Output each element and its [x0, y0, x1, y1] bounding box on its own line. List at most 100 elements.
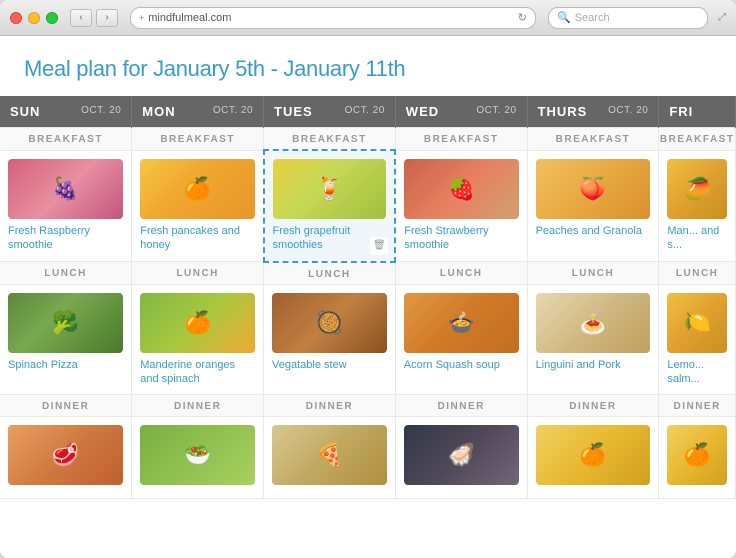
section-label-breakfast-col3: BREAKFAST: [395, 128, 527, 151]
meal-row-lunch: 🥦 Spinach Pizza 🍊 Manderine oranges and spi…: [0, 284, 736, 395]
meal-cell-lunch-0[interactable]: 🥦 Spinach Pizza: [0, 284, 132, 395]
meal-image-lunch-4: 🍝: [536, 293, 651, 353]
meal-cell-dinner-1[interactable]: 🥗: [132, 417, 264, 499]
meal-cell-lunch-4[interactable]: 🍝 Linguini and Pork: [527, 284, 659, 395]
meal-cell-breakfast-2[interactable]: 🍹 Fresh grapefruit smoothies🗑: [264, 150, 396, 262]
meal-cell-breakfast-0[interactable]: 🍇 Fresh Raspberry smoothie: [0, 150, 132, 262]
food-icon: 🍹: [273, 159, 387, 219]
food-icon: 🥩: [8, 425, 123, 485]
food-icon: 🥦: [8, 293, 123, 353]
meal-name-lunch-5: Lemo... salm...: [667, 358, 727, 387]
meal-name-lunch-2: Vegatable stew: [272, 358, 387, 372]
section-header-breakfast: BREAKFASTBREAKFASTBREAKFASTBREAKFASTBREA…: [0, 128, 736, 151]
meal-image-breakfast-5: 🥭: [667, 159, 727, 219]
day-header-row: SUN OCT. 20 MON OCT. 20 TUES OCT. 20 W: [0, 96, 736, 128]
food-icon: 🥗: [140, 425, 255, 485]
meal-image-dinner-0: 🥩: [8, 425, 123, 485]
meal-name-breakfast-0: Fresh Raspberry smoothie: [8, 224, 123, 253]
meal-cell-breakfast-5[interactable]: 🥭Man... and s...: [659, 150, 736, 262]
expand-button[interactable]: ⤢: [718, 12, 726, 23]
meal-row-dinner: 🥩 🥗 🍕 🦪 🍊 🍊: [0, 417, 736, 499]
day-header-tues: TUES OCT. 20: [264, 96, 396, 128]
meal-cell-dinner-4[interactable]: 🍊: [527, 417, 659, 499]
food-icon: 🦪: [404, 425, 519, 485]
meal-image-dinner-1: 🥗: [140, 425, 255, 485]
meal-image-breakfast-2: 🍹: [273, 159, 387, 219]
food-icon: 🍑: [536, 159, 651, 219]
search-icon: 🔍: [557, 11, 571, 24]
food-icon: 🍊: [140, 293, 255, 353]
section-label-lunch-col4: LUNCH: [527, 262, 659, 285]
meal-image-breakfast-3: 🍓: [404, 159, 518, 219]
reload-button[interactable]: ↻: [518, 11, 527, 24]
meal-name-breakfast-1: Fresh pancakes and honey: [140, 224, 254, 253]
meal-name-lunch-0: Spinach Pizza: [8, 358, 123, 372]
search-placeholder: Search: [575, 12, 610, 24]
meal-cell-dinner-2[interactable]: 🍕: [264, 417, 396, 499]
meal-name-breakfast-4: Peaches and Granola: [536, 224, 651, 238]
meal-cell-lunch-1[interactable]: 🍊 Manderine oranges and spinach: [132, 284, 264, 395]
meal-image-dinner-5: 🍊: [667, 425, 727, 485]
food-icon: 🍊: [140, 159, 254, 219]
nav-buttons: ‹ ›: [70, 9, 118, 27]
traffic-lights: [10, 12, 58, 24]
day-header-thurs: THURS OCT. 20: [527, 96, 659, 128]
meal-cell-breakfast-4[interactable]: 🍑 Peaches and Granola: [527, 150, 659, 262]
url-bar[interactable]: + mindfulmeal.com ↻: [130, 7, 536, 29]
meal-cell-dinner-3[interactable]: 🦪: [395, 417, 527, 499]
day-header-sun: SUN OCT. 20: [0, 96, 132, 128]
section-label-dinner-col5: DINNER: [659, 395, 736, 417]
meal-image-lunch-3: 🍲: [404, 293, 519, 353]
page-title: Meal plan for January 5th - January 11th: [24, 56, 712, 82]
day-header-wed: WED OCT. 20: [395, 96, 527, 128]
browser-window: ‹ › + mindfulmeal.com ↻ 🔍 Search ⤢ Meal …: [0, 0, 736, 558]
food-icon: 🍊: [536, 425, 651, 485]
meal-name-lunch-1: Manderine oranges and spinach: [140, 358, 255, 387]
forward-button[interactable]: ›: [96, 9, 118, 27]
section-label-lunch-col3: LUNCH: [395, 262, 527, 285]
meal-cell-breakfast-3[interactable]: 🍓 Fresh Strawberry smoothie: [395, 150, 527, 262]
meal-image-dinner-4: 🍊: [536, 425, 651, 485]
meal-image-breakfast-0: 🍇: [8, 159, 123, 219]
day-header-fri: FRI: [659, 96, 736, 128]
search-bar[interactable]: 🔍 Search: [548, 7, 708, 29]
meal-image-dinner-2: 🍕: [272, 425, 387, 485]
section-label-breakfast-col5: BREAKFAST: [659, 128, 736, 151]
section-label-lunch-col5: LUNCH: [659, 262, 736, 285]
delete-meal-icon[interactable]: 🗑: [370, 237, 388, 255]
page-content: Meal plan for January 5th - January 11th…: [0, 36, 736, 558]
back-button[interactable]: ‹: [70, 9, 92, 27]
food-icon: 🥘: [272, 293, 387, 353]
meal-name-lunch-3: Acorn Squash soup: [404, 358, 519, 372]
meal-cell-lunch-5[interactable]: 🍋 Lemo... salm...: [659, 284, 736, 395]
section-label-lunch-col0: LUNCH: [0, 262, 132, 285]
section-label-dinner-col1: DINNER: [132, 395, 264, 417]
meal-name-breakfast-3: Fresh Strawberry smoothie: [404, 224, 518, 253]
meal-image-breakfast-4: 🍑: [536, 159, 651, 219]
section-label-breakfast-col1: BREAKFAST: [132, 128, 264, 151]
close-button[interactable]: [10, 12, 22, 24]
food-icon: 🍋: [667, 293, 727, 353]
meal-cell-dinner-5[interactable]: 🍊: [659, 417, 736, 499]
meal-calendar[interactable]: SUN OCT. 20 MON OCT. 20 TUES OCT. 20 W: [0, 96, 736, 558]
maximize-button[interactable]: [46, 12, 58, 24]
meal-cell-breakfast-1[interactable]: 🍊 Fresh pancakes and honey: [132, 150, 264, 262]
section-label-dinner-col3: DINNER: [395, 395, 527, 417]
minimize-button[interactable]: [28, 12, 40, 24]
calendar-table: SUN OCT. 20 MON OCT. 20 TUES OCT. 20 W: [0, 96, 736, 499]
meal-name-breakfast-2: Fresh grapefruit smoothies: [273, 224, 387, 253]
food-icon: 🍊: [667, 425, 727, 485]
meal-image-lunch-1: 🍊: [140, 293, 255, 353]
section-label-lunch-col2: LUNCH: [264, 262, 396, 285]
meal-cell-dinner-0[interactable]: 🥩: [0, 417, 132, 499]
section-header-lunch: LUNCHLUNCHLUNCHLUNCHLUNCHLUNCH: [0, 262, 736, 285]
section-header-dinner: DINNERDINNERDINNERDINNERDINNERDINNER: [0, 395, 736, 417]
lock-icon: +: [139, 13, 144, 23]
url-text: mindfulmeal.com: [148, 12, 514, 24]
meal-cell-lunch-2[interactable]: 🥘 Vegatable stew: [264, 284, 396, 395]
food-icon: 🍕: [272, 425, 387, 485]
meal-name-lunch-4: Linguini and Pork: [536, 358, 651, 372]
meal-image-lunch-5: 🍋: [667, 293, 727, 353]
meal-cell-lunch-3[interactable]: 🍲 Acorn Squash soup: [395, 284, 527, 395]
section-label-breakfast-col4: BREAKFAST: [527, 128, 659, 151]
